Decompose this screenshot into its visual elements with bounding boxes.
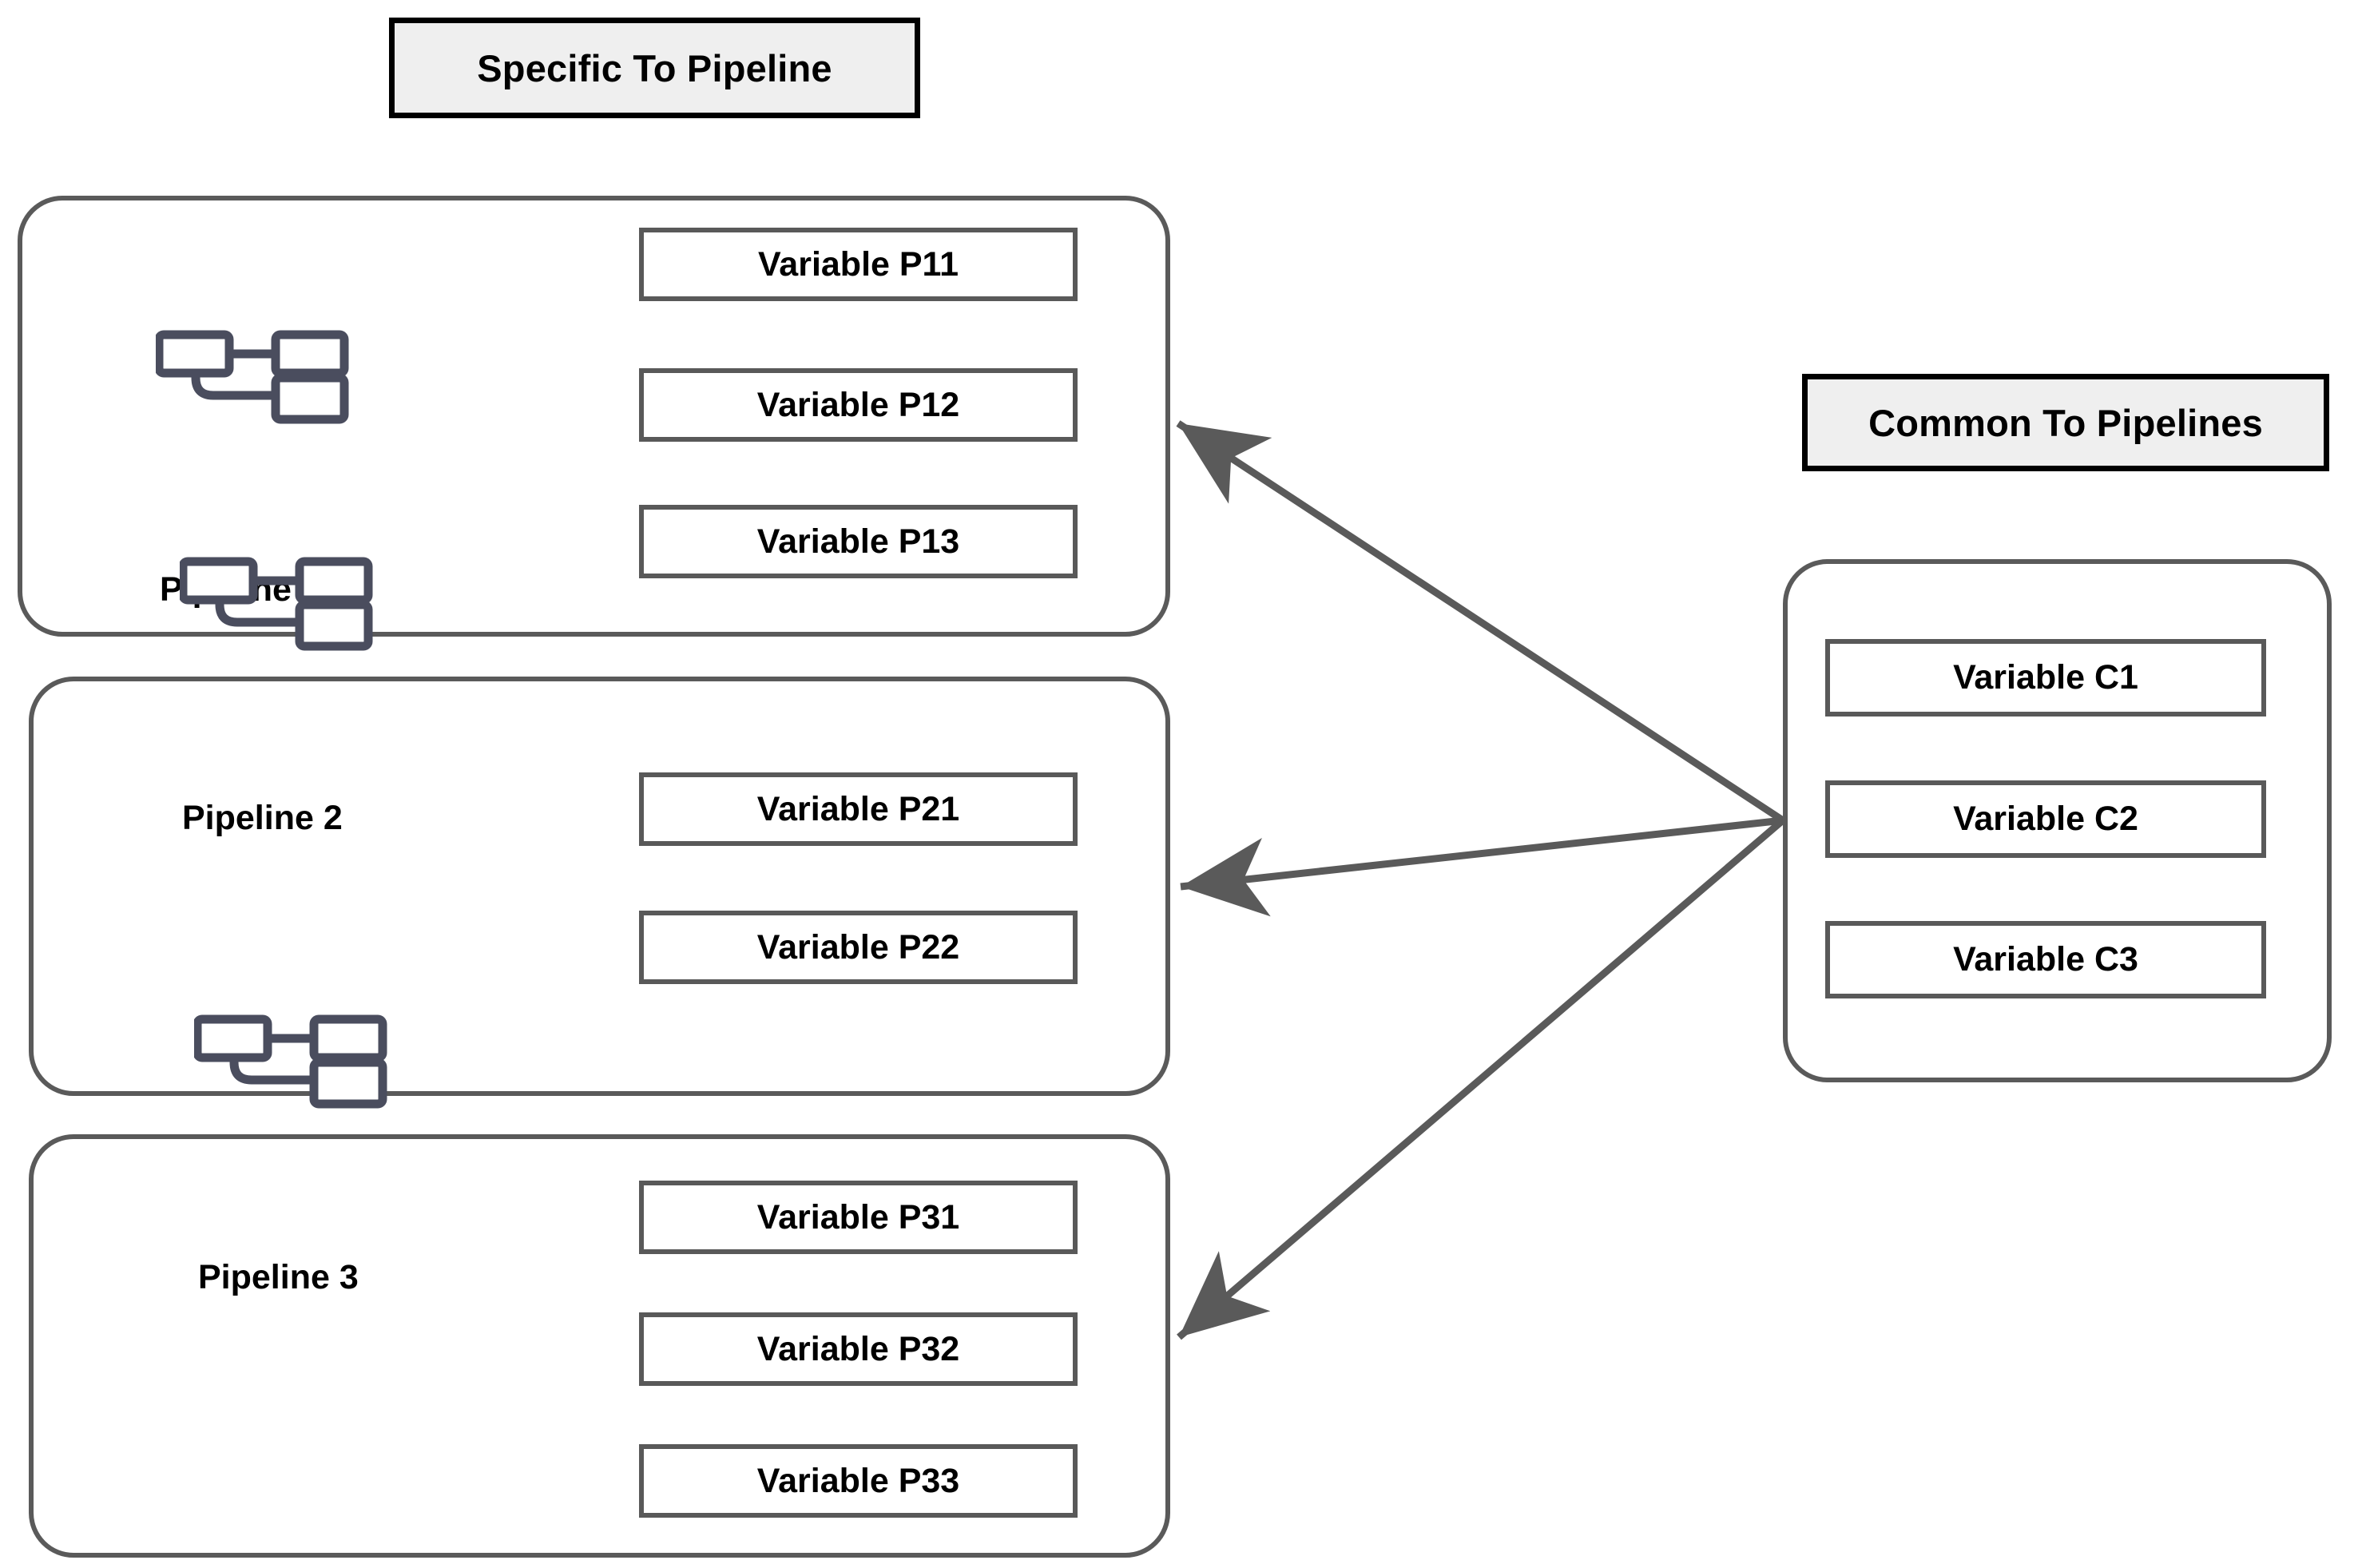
variable-label-p32: Variable P32 [756,1329,960,1368]
variable-box-p33[interactable]: Variable P33 [639,1444,1078,1518]
variable-label-c1: Variable C1 [1953,658,2138,697]
variable-label-p13: Variable P13 [756,522,960,561]
pipeline-nodes-icon [156,330,349,424]
variable-label-p12: Variable P12 [756,385,960,424]
banner-common-to-pipelines: Common To Pipelines [1802,374,2329,471]
variable-label-p11: Variable P11 [757,244,959,284]
pipeline-3-name: Pipeline 3 [198,1258,359,1296]
variable-box-p11[interactable]: Variable P11 [639,228,1078,301]
variable-label-c2: Variable C2 [1953,800,2138,838]
banner-specific-to-pipeline: Specific To Pipeline [389,18,920,118]
variable-label-p22: Variable P22 [756,927,960,967]
variable-label-p21: Variable P21 [756,789,960,828]
variable-box-p13[interactable]: Variable P13 [639,505,1078,578]
variable-box-p12[interactable]: Variable P12 [639,368,1078,442]
variable-box-p21[interactable]: Variable P21 [639,772,1078,846]
arrow-common-to-pipeline-3 [1177,817,1785,1340]
variable-box-c2[interactable]: Variable C2 [1825,780,2266,858]
banner-specific-label: Specific To Pipeline [477,46,832,89]
pipeline-nodes-icon [180,557,373,651]
pipeline-2-name: Pipeline 2 [182,799,343,837]
diagram-canvas: Specific To Pipeline Common To Pipelines… [0,0,2362,1568]
banner-common-label: Common To Pipelines [1868,401,2263,444]
variable-label-c3: Variable C3 [1953,940,2138,979]
arrow-common-to-pipeline-1 [1176,420,1785,824]
variable-box-c3[interactable]: Variable C3 [1825,921,2266,998]
variable-label-p31: Variable P31 [756,1197,960,1237]
variable-label-p33: Variable P33 [756,1461,960,1500]
variable-box-p32[interactable]: Variable P32 [639,1312,1078,1386]
pipeline-nodes-icon [194,1014,387,1109]
variable-box-p31[interactable]: Variable P31 [639,1181,1078,1254]
variable-box-p22[interactable]: Variable P22 [639,911,1078,984]
variable-box-c1[interactable]: Variable C1 [1825,639,2266,717]
arrow-common-to-pipeline-2 [1180,816,1784,917]
